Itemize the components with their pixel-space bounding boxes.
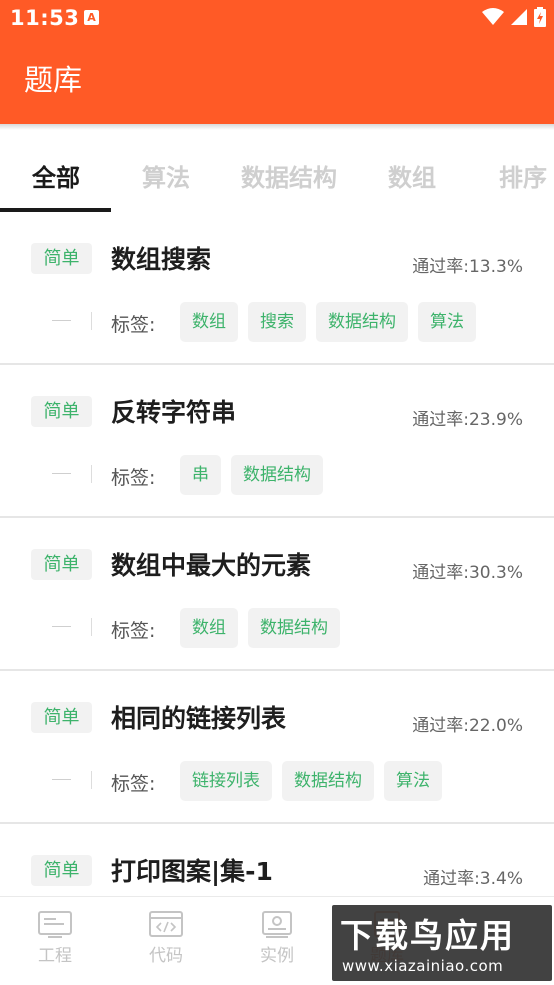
page-title: 题库 bbox=[24, 63, 83, 97]
pass-rate: 通过率:23.9% bbox=[412, 410, 523, 430]
problem-item[interactable]: 简单 数组搜索 通过率:13.3% 标签: 数组 搜索 数据结构 算法 bbox=[0, 212, 554, 365]
problem-title: 相同的链接列表 bbox=[111, 704, 287, 733]
tag-chip[interactable]: 数据结构 bbox=[316, 302, 408, 342]
problem-item[interactable]: 简单 反转字符串 通过率:23.9% 标签: 串 数据结构 bbox=[0, 365, 554, 518]
nav-code[interactable]: 代码 bbox=[131, 911, 201, 966]
notification-icon: A bbox=[84, 10, 99, 25]
tab-array[interactable]: 数组 bbox=[388, 158, 436, 193]
nav-example[interactable]: 实例 bbox=[242, 911, 312, 966]
problem-item[interactable]: 简单 数组中最大的元素 通过率:30.3% 标签: 数组 数据结构 bbox=[0, 518, 554, 671]
code-icon bbox=[149, 911, 183, 937]
app-header: 11:53 A 题库 bbox=[0, 0, 554, 124]
nav-label: 工程 bbox=[38, 946, 72, 966]
watermark-url: www.xiazainiao.com bbox=[342, 957, 504, 975]
tab-data-structure[interactable]: 数据结构 bbox=[241, 158, 337, 193]
tag-chip[interactable]: 算法 bbox=[418, 302, 476, 342]
nav-label: 代码 bbox=[149, 946, 183, 966]
tag-list: 数组 数据结构 bbox=[180, 608, 340, 648]
nav-project[interactable]: 工程 bbox=[20, 911, 90, 966]
pass-rate: 通过率:13.3% bbox=[412, 257, 523, 277]
problem-item[interactable]: 简单 相同的链接列表 通过率:22.0% 标签: 链接列表 数据结构 算法 bbox=[0, 671, 554, 824]
signal-icon bbox=[511, 9, 527, 25]
dash-divider bbox=[52, 626, 71, 627]
tag-chip[interactable]: 串 bbox=[180, 455, 221, 495]
dash-divider bbox=[52, 320, 71, 321]
problem-title: 打印图案|集-1 bbox=[111, 857, 273, 886]
tag-chip[interactable]: 数据结构 bbox=[282, 761, 374, 801]
tag-list: 链接列表 数据结构 算法 bbox=[180, 761, 442, 801]
vertical-divider bbox=[91, 618, 92, 636]
dash-divider bbox=[52, 473, 71, 474]
status-time: 11:53 bbox=[10, 6, 80, 30]
tag-chip[interactable]: 数据结构 bbox=[231, 455, 323, 495]
dash-divider bbox=[52, 779, 71, 780]
tag-chip[interactable]: 数组 bbox=[180, 302, 238, 342]
tab-algorithm[interactable]: 算法 bbox=[142, 158, 190, 193]
watermark-title: 下载鸟应用 bbox=[340, 916, 515, 955]
problem-title: 数组中最大的元素 bbox=[111, 551, 312, 580]
battery-icon bbox=[534, 7, 546, 27]
header-shadow bbox=[0, 124, 554, 130]
pass-rate: 通过率:30.3% bbox=[412, 563, 523, 583]
tag-label: 标签: bbox=[111, 467, 156, 489]
tag-chip[interactable]: 数据结构 bbox=[248, 608, 340, 648]
difficulty-badge: 简单 bbox=[31, 396, 92, 427]
nav-label: 实例 bbox=[260, 946, 294, 966]
wifi-icon bbox=[482, 8, 504, 25]
tag-chip[interactable]: 搜索 bbox=[248, 302, 306, 342]
status-icons bbox=[482, 7, 546, 27]
tag-list: 串 数据结构 bbox=[180, 455, 323, 495]
tab-all[interactable]: 全部 bbox=[32, 158, 80, 193]
project-icon bbox=[38, 911, 72, 938]
example-icon bbox=[262, 911, 292, 938]
tag-label: 标签: bbox=[111, 620, 156, 642]
pass-rate: 通过率:3.4% bbox=[423, 869, 523, 889]
tag-label: 标签: bbox=[111, 314, 156, 336]
vertical-divider bbox=[91, 771, 92, 789]
tag-chip[interactable]: 算法 bbox=[384, 761, 442, 801]
category-tabs: 全部 算法 数据结构 数组 排序 bbox=[0, 134, 554, 212]
tab-sorting[interactable]: 排序 bbox=[499, 158, 547, 193]
problem-title: 反转字符串 bbox=[111, 398, 237, 427]
pass-rate: 通过率:22.0% bbox=[412, 716, 523, 736]
tag-chip[interactable]: 链接列表 bbox=[180, 761, 272, 801]
problem-list: 简单 数组搜索 通过率:13.3% 标签: 数组 搜索 数据结构 算法 简单 反… bbox=[0, 212, 554, 975]
tag-list: 数组 搜索 数据结构 算法 bbox=[180, 302, 476, 342]
difficulty-badge: 简单 bbox=[31, 243, 92, 274]
difficulty-badge: 简单 bbox=[31, 549, 92, 580]
tag-chip[interactable]: 数组 bbox=[180, 608, 238, 648]
vertical-divider bbox=[91, 465, 92, 483]
tag-label: 标签: bbox=[111, 773, 156, 795]
vertical-divider bbox=[91, 312, 92, 330]
watermark: 下载鸟应用 www.xiazainiao.com bbox=[332, 905, 552, 981]
difficulty-badge: 简单 bbox=[31, 855, 92, 886]
problem-title: 数组搜索 bbox=[111, 245, 212, 274]
difficulty-badge: 简单 bbox=[31, 702, 92, 733]
status-bar: 11:53 A bbox=[0, 0, 554, 38]
